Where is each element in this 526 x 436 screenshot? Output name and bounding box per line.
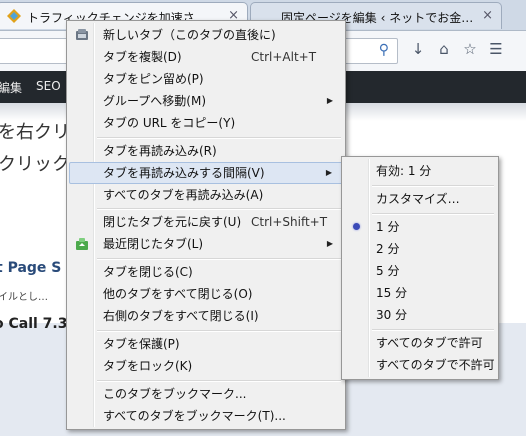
wpbar-edit[interactable]: 編集 — [0, 79, 22, 96]
menu-item-duplicate-tab[interactable]: タブを複製(D) Ctrl+Alt+T — [69, 46, 343, 68]
menu-item-label: タブをピン留め(P) — [103, 72, 204, 86]
menu-separator — [372, 329, 494, 331]
menu-separator — [97, 208, 341, 210]
menu-item-copy-url[interactable]: タブの URL をコピー(Y) — [69, 112, 343, 134]
menu-item-label: グループへ移動(M) — [103, 94, 206, 108]
submenu-item-label: カスタマイズ… — [376, 192, 460, 206]
submenu-item-status: 有効: 1 分 — [344, 160, 496, 182]
menu-item-close-tab[interactable]: タブを閉じる(C) — [69, 261, 343, 283]
submenu-item-customize[interactable]: カスタマイズ… — [344, 188, 496, 210]
menu-separator — [372, 185, 494, 187]
menu-item-label: 他のタブをすべて閉じる(O) — [103, 287, 253, 301]
menu-item-label: タブを閉じる(C) — [103, 265, 193, 279]
menu-item-label: 新しいタブ（このタブの直後に) — [103, 28, 276, 42]
menu-item-shortcut: Ctrl+Shift+T — [251, 215, 328, 229]
menu-item-label: すべてのタブを再読み込み(A) — [103, 188, 264, 202]
recent-closed-icon — [76, 238, 88, 250]
page-text-line1: を右クリ — [0, 122, 70, 143]
menu-separator — [97, 380, 341, 382]
radio-selected-icon — [353, 223, 360, 230]
menu-item-lock-tab[interactable]: タブをロック(K) — [69, 355, 343, 377]
submenu-item-allow-all[interactable]: すべてのタブで許可 — [344, 332, 496, 354]
submenu-item-label: 有効: 1 分 — [376, 164, 432, 178]
menu-item-bookmark-tab[interactable]: このタブをブックマーク... — [69, 383, 343, 405]
menu-item-undo-close[interactable]: 閉じたタブを元に戻す(U) Ctrl+Shift+T — [69, 211, 343, 233]
submenu-item-label: 5 分 — [376, 264, 400, 278]
menu-item-reload-interval[interactable]: タブを再読み込みする間隔(V) ▶ — [69, 162, 343, 184]
submenu-item-label: すべてのタブで許可 — [376, 336, 483, 350]
page-title: t Page S — [0, 260, 62, 276]
menu-item-label: タブを再読み込みする間隔(V) — [103, 166, 265, 180]
submenu-item-30min[interactable]: 30 分 — [344, 304, 496, 326]
menu-item-label: 右側のタブをすべて閉じる(I) — [103, 309, 259, 323]
star-icon[interactable]: ☆ — [457, 40, 483, 58]
menu-item-label: タブの URL をコピー(Y) — [103, 116, 236, 130]
menu-item-recently-closed[interactable]: 最近閉じたタブ(L) ▶ — [69, 233, 343, 255]
menu-item-label: 最近閉じたタブ(L) — [103, 237, 204, 251]
menu-item-bookmark-all[interactable]: すべてのタブをブックマーク(T)... — [69, 405, 343, 427]
toolbar-icons: ↓ ⌂ ☆ ☰ — [405, 40, 509, 58]
submenu-arrow-icon: ▶ — [325, 168, 332, 177]
menu-item-close-right-tabs[interactable]: 右側のタブをすべて閉じる(I) — [69, 305, 343, 327]
menu-item-label: タブを複製(D) — [103, 50, 182, 64]
submenu-item-15min[interactable]: 15 分 — [344, 282, 496, 304]
submenu-arrow-icon: ▶ — [326, 96, 333, 105]
menu-item-label: タブを保護(P) — [103, 337, 180, 351]
submenu-item-label: 15 分 — [376, 286, 408, 300]
menu-item-label: 閉じたタブを元に戻す(U) — [103, 215, 242, 229]
menu-item-reload-all[interactable]: すべてのタブを再読み込み(A) — [69, 184, 343, 206]
search-icon[interactable]: ⚲ — [379, 42, 389, 58]
menu-item-label: タブをロック(K) — [103, 359, 193, 373]
close-icon[interactable]: × — [482, 8, 493, 23]
download-icon[interactable]: ↓ — [405, 40, 431, 58]
submenu-arrow-icon: ▶ — [326, 239, 333, 248]
home-icon[interactable]: ⌂ — [431, 40, 457, 58]
submenu-item-2min[interactable]: 2 分 — [344, 238, 496, 260]
menu-item-new-tab[interactable]: 新しいタブ（このタブの直後に) — [69, 24, 343, 46]
menu-item-shortcut: Ctrl+Alt+T — [251, 50, 317, 64]
menu-separator — [97, 137, 341, 139]
menu-separator — [97, 258, 341, 260]
menu-separator — [372, 213, 494, 215]
submenu-item-5min[interactable]: 5 分 — [344, 260, 496, 282]
submenu-item-1min[interactable]: 1 分 — [344, 216, 496, 238]
tab-context-menu: 新しいタブ（このタブの直後に) タブを複製(D) Ctrl+Alt+T タブをピ… — [66, 20, 346, 430]
menu-item-close-other-tabs[interactable]: 他のタブをすべて閉じる(O) — [69, 283, 343, 305]
site-favicon-icon — [7, 9, 21, 23]
page-text-line2: クリック — [0, 154, 70, 175]
submenu-item-label: すべてのタブで不許可 — [376, 358, 495, 372]
wpbar-seo[interactable]: SEO — [36, 79, 61, 93]
reload-interval-submenu: 有効: 1 分 カスタマイズ… 1 分 2 分 5 分 15 分 30 分 すべ… — [341, 156, 499, 380]
submenu-item-label: 1 分 — [376, 220, 400, 234]
menu-item-reload-tab[interactable]: タブを再読み込み(R) — [69, 140, 343, 162]
submenu-item-disallow-all[interactable]: すべてのタブで不許可 — [344, 354, 496, 376]
menu-item-label: すべてのタブをブックマーク(T)... — [103, 409, 286, 423]
menu-item-pin-tab[interactable]: タブをピン留め(P) — [69, 68, 343, 90]
page-subtitle: イルとし… — [0, 292, 48, 303]
menu-separator — [97, 330, 341, 332]
menu-item-move-to-group[interactable]: グループへ移動(M) ▶ — [69, 90, 343, 112]
menu-icon[interactable]: ☰ — [483, 40, 509, 58]
submenu-item-label: 30 分 — [376, 308, 408, 322]
submenu-item-label: 2 分 — [376, 242, 400, 256]
menu-item-protect-tab[interactable]: タブを保護(P) — [69, 333, 343, 355]
new-tab-icon — [76, 29, 88, 40]
menu-item-label: このタブをブックマーク... — [103, 387, 247, 401]
menu-item-label: タブを再読み込み(R) — [103, 144, 217, 158]
